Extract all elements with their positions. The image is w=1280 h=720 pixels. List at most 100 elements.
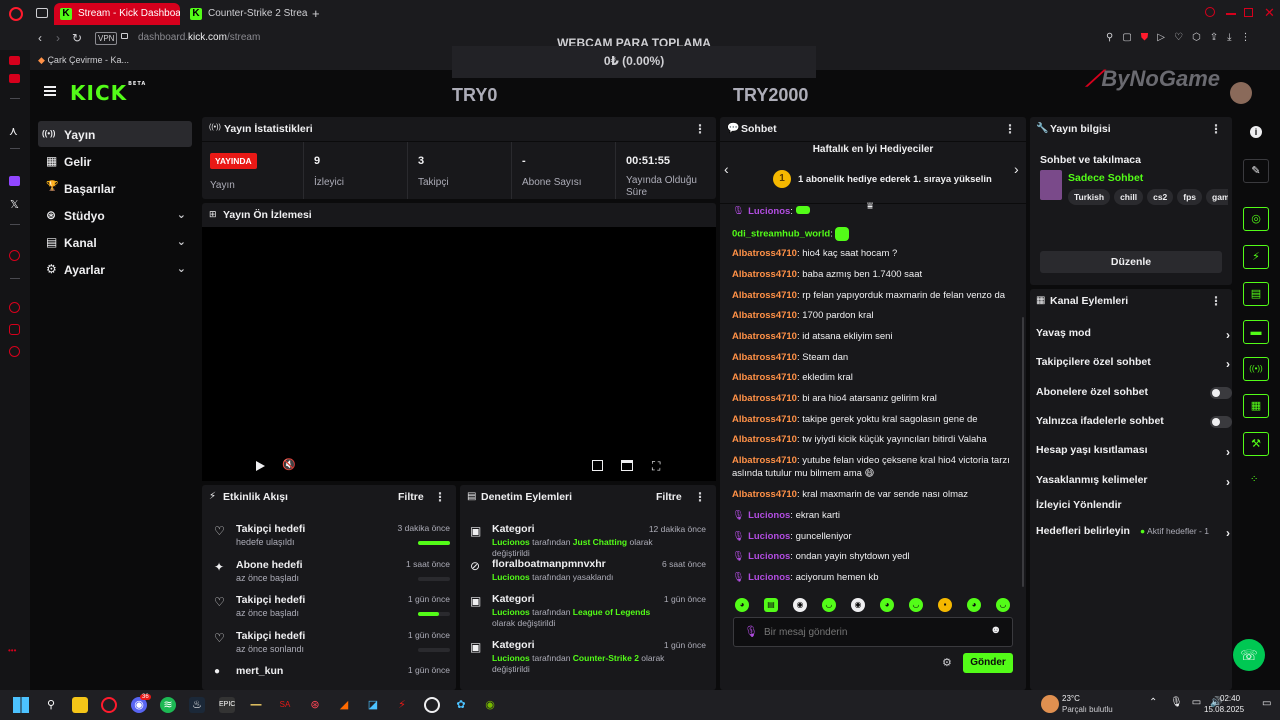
sidebar-extensions-icon[interactable] bbox=[9, 324, 20, 335]
fullscreen-icon[interactable]: ⛶ bbox=[652, 459, 660, 474]
chat-input-box[interactable]: 🎙 ☻ bbox=[733, 617, 1013, 647]
play-icon[interactable]: ▷ bbox=[1157, 32, 1174, 43]
more-options-icon[interactable]: ⋮ bbox=[1210, 122, 1222, 136]
clipboard-icon[interactable]: ▤ bbox=[1243, 282, 1269, 306]
tray-chevron-icon[interactable]: ⌃ bbox=[1149, 697, 1157, 708]
shield-icon[interactable]: ⛊ bbox=[1141, 32, 1158, 43]
forward-icon[interactable]: › bbox=[56, 31, 60, 45]
info-icon[interactable]: i bbox=[1250, 126, 1262, 138]
tab-kick-dashboard[interactable]: K Stream - Kick Dashboard bbox=[54, 3, 180, 25]
sidebar-messenger-icon[interactable] bbox=[9, 74, 20, 83]
clock-date[interactable]: 15.08.2025 bbox=[1204, 705, 1244, 714]
emote-icon[interactable]: ▤ bbox=[764, 598, 778, 612]
download-icon[interactable]: ⤓ bbox=[1227, 32, 1240, 43]
hamburger-menu-icon[interactable] bbox=[44, 86, 56, 96]
goals-row[interactable]: Hedefleri belirleyin ● Aktif hedefler - … bbox=[1036, 525, 1230, 545]
emote-icon[interactable]: ◉ bbox=[851, 598, 865, 612]
more-options-icon[interactable]: ⋮ bbox=[694, 490, 706, 504]
chat-icon[interactable]: ▬ bbox=[1243, 320, 1269, 344]
app-icon[interactable]: SA bbox=[277, 697, 293, 713]
share-icon[interactable]: ⇪ bbox=[1210, 32, 1227, 43]
tab-islands-icon[interactable] bbox=[36, 8, 48, 18]
sidebar-history-icon[interactable] bbox=[9, 302, 20, 313]
sidebar-ai-icon[interactable]: ⋏ bbox=[9, 124, 18, 138]
pin-icon[interactable]: ⚲ bbox=[1106, 32, 1122, 43]
broadcast-icon[interactable]: ((•)) bbox=[1243, 357, 1269, 381]
tab-cs2-streaming[interactable]: K Counter-Strike 2 Streamin bbox=[184, 3, 308, 25]
camera-icon[interactable]: ◎ bbox=[1243, 207, 1269, 231]
search-icon[interactable]: ⚲ bbox=[43, 697, 59, 713]
vpn-badge[interactable]: VPN bbox=[95, 32, 118, 45]
new-tab-button[interactable]: + bbox=[312, 6, 320, 21]
nav-item-yayin[interactable]: ((•)) Yayın bbox=[38, 121, 192, 147]
minimize-icon[interactable] bbox=[1226, 13, 1236, 15]
app-icon[interactable]: ◢ bbox=[336, 697, 352, 713]
emoji-picker-icon[interactable]: ☻ bbox=[990, 624, 1002, 636]
menu-icon[interactable]: ⋮ bbox=[1241, 32, 1260, 43]
file-explorer-icon[interactable] bbox=[72, 697, 88, 713]
microphone-icon[interactable]: 🎙 bbox=[744, 625, 758, 638]
send-button[interactable]: Gönder bbox=[963, 653, 1013, 673]
url-field[interactable]: dashboard.kick.com/stream bbox=[138, 32, 260, 43]
nav-item-ayarlar[interactable]: ⚙ Ayarlar ⌄ bbox=[38, 256, 192, 282]
more-options-icon[interactable]: ⋮ bbox=[1210, 294, 1222, 308]
search-tabs-icon[interactable] bbox=[1205, 7, 1215, 17]
microphone-icon[interactable]: 🎙 bbox=[1170, 697, 1192, 708]
sidebar-mail-icon[interactable] bbox=[9, 56, 20, 65]
emote-icon[interactable]: ◉ bbox=[793, 598, 807, 612]
emote-icon[interactable]: ◡ bbox=[996, 598, 1010, 612]
clock-time[interactable]: 02:40 bbox=[1220, 694, 1240, 703]
maximize-icon[interactable] bbox=[1244, 8, 1253, 17]
sidebar-x-icon[interactable]: 𝕏 bbox=[10, 198, 19, 211]
chat-settings-icon[interactable]: ⚙ bbox=[942, 656, 952, 669]
back-icon[interactable]: ‹ bbox=[38, 31, 42, 45]
edit-button[interactable]: Düzenle bbox=[1040, 251, 1222, 273]
more-options-icon[interactable]: ⋮ bbox=[1004, 122, 1016, 136]
mute-icon[interactable]: 🔇 bbox=[282, 458, 296, 471]
nav-item-kanal[interactable]: ▤ Kanal ⌄ bbox=[38, 229, 192, 255]
followers-only-row[interactable]: Takipçilere özel sohbet › bbox=[1036, 356, 1230, 376]
play-icon[interactable] bbox=[256, 461, 265, 471]
notification-icon[interactable]: ▭ bbox=[1262, 698, 1271, 709]
emote-icon[interactable]: ▪ bbox=[938, 598, 952, 612]
emote-icon[interactable]: ◕ bbox=[735, 598, 749, 612]
more-options-icon[interactable]: ⋮ bbox=[434, 490, 446, 504]
opera-logo-icon[interactable] bbox=[9, 7, 23, 21]
support-chat-button[interactable]: ☏ bbox=[1233, 639, 1265, 671]
heart-icon[interactable]: ♡ bbox=[1174, 32, 1192, 43]
sidebar-settings-icon[interactable] bbox=[9, 346, 20, 357]
close-window-icon[interactable]: ✕ bbox=[1264, 5, 1275, 21]
app-icon[interactable]: ⚡ bbox=[394, 697, 410, 713]
popout-icon[interactable] bbox=[592, 460, 603, 471]
extensions-icon[interactable]: ⬡ bbox=[1192, 32, 1210, 43]
subscribers-only-toggle[interactable] bbox=[1210, 387, 1232, 399]
more-options-icon[interactable]: ⋮ bbox=[694, 122, 706, 136]
nav-item-studyo[interactable]: ⊛ Stüdyo ⌄ bbox=[38, 202, 192, 228]
kick-logo[interactable]: KICKBETA bbox=[70, 81, 146, 105]
account-age-row[interactable]: Hesap yaşı kısıtlaması › bbox=[1036, 444, 1230, 464]
opera-taskbar-icon[interactable] bbox=[101, 697, 117, 713]
wrench-icon[interactable]: ⚒ bbox=[1243, 432, 1269, 456]
emotes-only-toggle[interactable] bbox=[1210, 416, 1232, 428]
moderation-filter-button[interactable]: Filtre bbox=[656, 491, 682, 503]
snapshot-icon[interactable]: ▢ bbox=[1122, 32, 1140, 43]
category-name[interactable]: Sadece Sohbet bbox=[1068, 172, 1143, 184]
chevron-right-icon[interactable]: › bbox=[1014, 161, 1019, 177]
reload-icon[interactable]: ↻ bbox=[72, 31, 82, 45]
chat-scrollbar[interactable] bbox=[1022, 317, 1024, 587]
sidebar-twitch-icon[interactable] bbox=[9, 176, 20, 186]
avatar[interactable] bbox=[1230, 82, 1252, 104]
slow-mode-row[interactable]: Yavaş mod › bbox=[1036, 327, 1230, 347]
app-icon[interactable]: ✿ bbox=[453, 697, 469, 713]
lightning-icon[interactable]: ⚡ bbox=[1243, 245, 1269, 269]
nav-item-gelir[interactable]: ▦ Gelir bbox=[38, 148, 192, 174]
sidebar-more-icon[interactable]: ••• bbox=[8, 646, 16, 655]
chat-message-input[interactable] bbox=[764, 623, 984, 641]
sidebar-player-icon[interactable] bbox=[9, 250, 20, 261]
spotify-icon[interactable]: ≋ bbox=[160, 697, 176, 713]
emote-icon[interactable]: ◡ bbox=[909, 598, 923, 612]
layout-icon[interactable]: ▦ bbox=[1243, 394, 1269, 418]
raid-row[interactable]: İzleyici Yönlendir bbox=[1036, 499, 1226, 519]
emote-icon[interactable]: ◕ bbox=[880, 598, 894, 612]
emote-icon[interactable]: ◕ bbox=[967, 598, 981, 612]
